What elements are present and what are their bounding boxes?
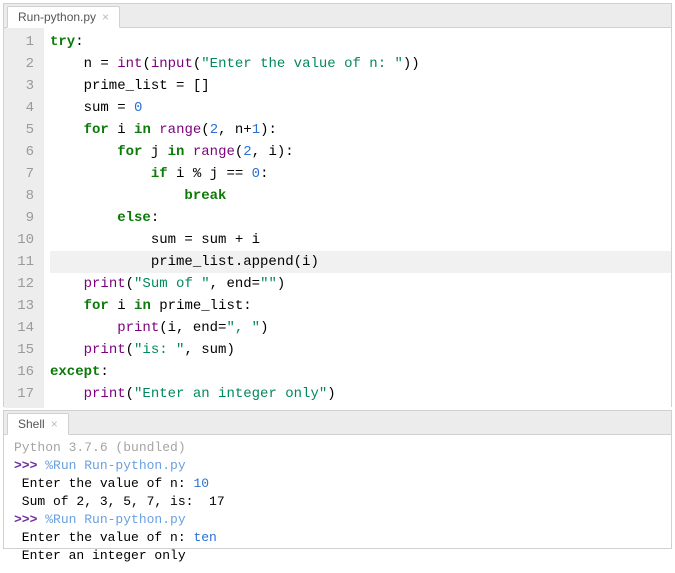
shell-tab[interactable]: Shell × [7,413,69,435]
shell-line: >>> %Run Run-python.py [14,457,661,475]
line-number: 4 [10,97,34,119]
close-icon[interactable]: × [51,418,58,430]
line-number: 16 [10,361,34,383]
line-number: 11 [10,251,34,273]
shell-tab-label: Shell [18,417,45,431]
code-line[interactable]: sum = sum + i [50,229,671,251]
shell-line: >>> %Run Run-python.py [14,511,661,529]
line-number: 10 [10,229,34,251]
shell-tabbar: Shell × [4,411,671,435]
line-number: 9 [10,207,34,229]
line-number: 7 [10,163,34,185]
shell-line: Sum of 2, 3, 5, 7, is: 17 [14,493,661,511]
editor-tab-label: Run-python.py [18,10,96,24]
shell-line: Enter an integer only [14,547,661,565]
line-number: 5 [10,119,34,141]
line-number: 1 [10,31,34,53]
code-line[interactable]: n = int(input("Enter the value of n: ")) [50,53,671,75]
shell-line: Enter the value of n: ten [14,529,661,547]
shell-line: Python 3.7.6 (bundled) [14,439,661,457]
code-lines[interactable]: try: n = int(input("Enter the value of n… [44,28,671,408]
code-area[interactable]: 1234567891011121314151617 try: n = int(i… [4,28,671,408]
code-line[interactable]: except: [50,361,671,383]
code-line[interactable]: prime_list.append(i) [50,251,671,273]
line-number: 2 [10,53,34,75]
code-line[interactable]: for i in range(2, n+1): [50,119,671,141]
code-line[interactable]: for j in range(2, i): [50,141,671,163]
code-line[interactable]: try: [50,31,671,53]
code-line[interactable]: print("Sum of ", end="") [50,273,671,295]
code-line[interactable]: print("is: ", sum) [50,339,671,361]
line-number-gutter: 1234567891011121314151617 [4,28,44,408]
line-number: 13 [10,295,34,317]
line-number: 12 [10,273,34,295]
code-line[interactable]: prime_list = [] [50,75,671,97]
code-line[interactable]: if i % j == 0: [50,163,671,185]
code-line[interactable]: print(i, end=", ") [50,317,671,339]
close-icon[interactable]: × [102,11,109,23]
line-number: 6 [10,141,34,163]
code-line[interactable]: for i in prime_list: [50,295,671,317]
code-line[interactable]: break [50,185,671,207]
code-line[interactable]: else: [50,207,671,229]
code-line[interactable]: print("Enter an integer only") [50,383,671,405]
editor-tab[interactable]: Run-python.py × [7,6,120,28]
editor-panel: Run-python.py × 123456789101112131415161… [3,3,672,407]
editor-tabbar: Run-python.py × [4,4,671,28]
line-number: 8 [10,185,34,207]
line-number: 15 [10,339,34,361]
code-line[interactable]: sum = 0 [50,97,671,119]
line-number: 14 [10,317,34,339]
shell-output[interactable]: Python 3.7.6 (bundled)>>> %Run Run-pytho… [4,435,671,573]
shell-line: Enter the value of n: 10 [14,475,661,493]
line-number: 17 [10,383,34,405]
shell-panel: Shell × Python 3.7.6 (bundled)>>> %Run R… [3,410,672,549]
line-number: 3 [10,75,34,97]
